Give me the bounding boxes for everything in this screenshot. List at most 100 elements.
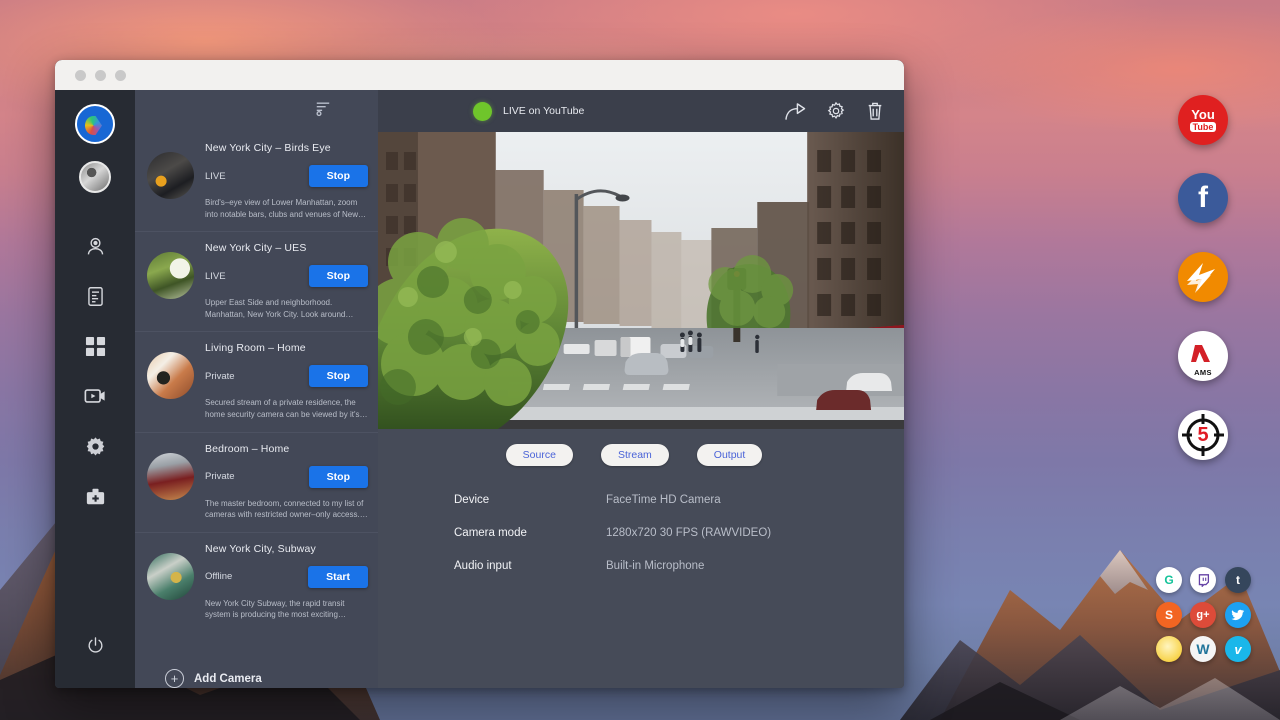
info-label: Device [454, 494, 606, 506]
stop-button[interactable]: Stop [309, 265, 368, 287]
sidebar-item-camera[interactable] [69, 221, 121, 271]
sidebar-item-device[interactable] [69, 271, 121, 321]
smashcast-icon[interactable]: S [1156, 602, 1182, 628]
camera-description: Upper East Side and neighborhood. Manhat… [205, 297, 368, 320]
camera-title: New York City – Birds Eye [205, 142, 368, 154]
camera-thumbnail [147, 553, 194, 600]
sidebar-item-support[interactable] [69, 471, 121, 521]
camera-thumbnail [147, 152, 194, 199]
stop-button[interactable]: Stop [309, 165, 368, 187]
youtube-dock-icon[interactable]: You Tube [1178, 95, 1228, 145]
wordpress-glyph: W [1196, 641, 1209, 657]
sort-filter-icon[interactable] [315, 100, 331, 122]
list-item[interactable]: Living Room – Home Private Stop Secured … [135, 332, 378, 432]
sort-filter-glyph [315, 100, 331, 117]
stop-button[interactable]: Stop [309, 365, 368, 387]
info-value: 1280x720 30 FPS (RAWVIDEO) [606, 527, 771, 539]
camera-info: Bedroom – Home Private Stop The master b… [205, 443, 368, 521]
sidebar-rail [55, 90, 135, 688]
googleplus-glyph: g+ [1196, 609, 1209, 621]
camera-list-panel: New York City – Birds Eye LIVE Stop Bird… [135, 90, 378, 688]
avatar[interactable] [79, 161, 111, 193]
logo-rainbow [85, 116, 102, 135]
status-badge: Private [205, 471, 235, 482]
tumblr-icon[interactable]: t [1225, 567, 1251, 593]
power-icon [86, 636, 105, 655]
trash-icon[interactable] [866, 101, 884, 121]
facebook-dock-icon[interactable]: f [1178, 173, 1228, 223]
camera-info: New York City, Subway Offline Start New … [205, 543, 368, 621]
sidebar-item-grid[interactable] [69, 321, 121, 371]
list-item[interactable]: Bedroom – Home Private Stop The master b… [135, 433, 378, 533]
window-titlebar[interactable] [55, 60, 904, 90]
firstaid-icon [85, 487, 106, 506]
flickr-icon[interactable] [1156, 636, 1182, 662]
camera-title: Living Room – Home [205, 342, 368, 354]
video-icon [84, 387, 106, 405]
twitch-glyph [1197, 574, 1210, 587]
grid-icon [85, 336, 106, 357]
list-item[interactable]: New York City – UES LIVE Stop Upper East… [135, 232, 378, 332]
wordpress-icon[interactable]: W [1190, 636, 1216, 662]
camera-status-row: LIVE Stop [205, 265, 368, 287]
list-item[interactable]: New York City – Birds Eye LIVE Stop Bird… [135, 132, 378, 232]
live-status-label: LIVE on YouTube [503, 105, 584, 117]
app-window: New York City – Birds Eye LIVE Stop Bird… [55, 60, 904, 688]
add-camera-label: Add Camera [194, 673, 262, 685]
window-zoom-button[interactable] [115, 70, 126, 81]
add-camera-button[interactable]: + Add Camera [135, 647, 378, 688]
toolbar-actions [785, 101, 884, 121]
camera-description: New York City Subway, the rapid transit … [205, 598, 368, 621]
youtube-dock-sublabel: Tube [1190, 122, 1217, 132]
window-close-button[interactable] [75, 70, 86, 81]
stop-button[interactable]: Stop [309, 466, 368, 488]
sidebar-item-power[interactable] [69, 620, 121, 670]
camera-description: Secured stream of a private residence, t… [205, 397, 368, 420]
video-preview[interactable] [378, 132, 904, 429]
vimeo-icon[interactable]: v [1225, 636, 1251, 662]
camera-description: Bird's–eye view of Lower Manhattan, zoom… [205, 197, 368, 220]
device-icon [86, 286, 105, 307]
facebook-dock-label: f [1198, 181, 1208, 215]
twitter-dock-icon[interactable] [1225, 602, 1251, 628]
status-badge: LIVE [205, 171, 226, 182]
window-minimize-button[interactable] [95, 70, 106, 81]
target5-dock-icon[interactable]: 5 [1178, 410, 1228, 460]
tab-source[interactable]: Source [506, 444, 573, 466]
share-icon[interactable] [785, 102, 806, 121]
gear-icon[interactable] [826, 101, 846, 121]
twitter-bird-glyph [1231, 608, 1245, 622]
camera-status-row: Offline Start [205, 566, 368, 588]
camera-list: New York City – Birds Eye LIVE Stop Bird… [135, 132, 378, 647]
status-badge: LIVE [205, 271, 226, 282]
googleplus-dock-icon[interactable]: g+ [1190, 602, 1216, 628]
list-toolbar [135, 90, 378, 132]
live-status: LIVE on YouTube [473, 102, 584, 121]
tumblr-glyph: t [1236, 573, 1240, 587]
grammarly-icon[interactable]: G [1156, 567, 1182, 593]
info-row-audio-input: Audio input Built-in Microphone [454, 560, 904, 572]
sidebar-item-settings[interactable] [69, 421, 121, 471]
main-content: LIVE on YouTube [378, 90, 904, 688]
sidebar-item-video[interactable] [69, 371, 121, 421]
tab-stream[interactable]: Stream [601, 444, 669, 466]
gear-glyph [826, 101, 846, 121]
camera-info: New York City – Birds Eye LIVE Stop Bird… [205, 142, 368, 220]
list-item[interactable]: New York City, Subway Offline Start New … [135, 533, 378, 632]
preview-tabs: Source Stream Output [378, 429, 890, 466]
tab-output[interactable]: Output [697, 444, 763, 466]
app-logo[interactable] [75, 104, 115, 144]
info-label: Camera mode [454, 527, 606, 539]
camera-thumbnail [147, 352, 194, 399]
start-button[interactable]: Start [308, 566, 368, 588]
info-value: Built-in Microphone [606, 560, 704, 572]
gear-icon [85, 436, 106, 457]
youtube-dock-label: You [1191, 109, 1215, 121]
wowza-dock-icon[interactable] [1178, 252, 1228, 302]
camera-status-row: LIVE Stop [205, 165, 368, 187]
info-row-camera-mode: Camera mode 1280x720 30 FPS (RAWVIDEO) [454, 527, 904, 539]
twitch-icon[interactable] [1190, 567, 1216, 593]
share-glyph [785, 102, 806, 121]
plus-icon: + [165, 669, 184, 688]
adobe-ams-dock-icon[interactable]: AMS [1178, 331, 1228, 381]
